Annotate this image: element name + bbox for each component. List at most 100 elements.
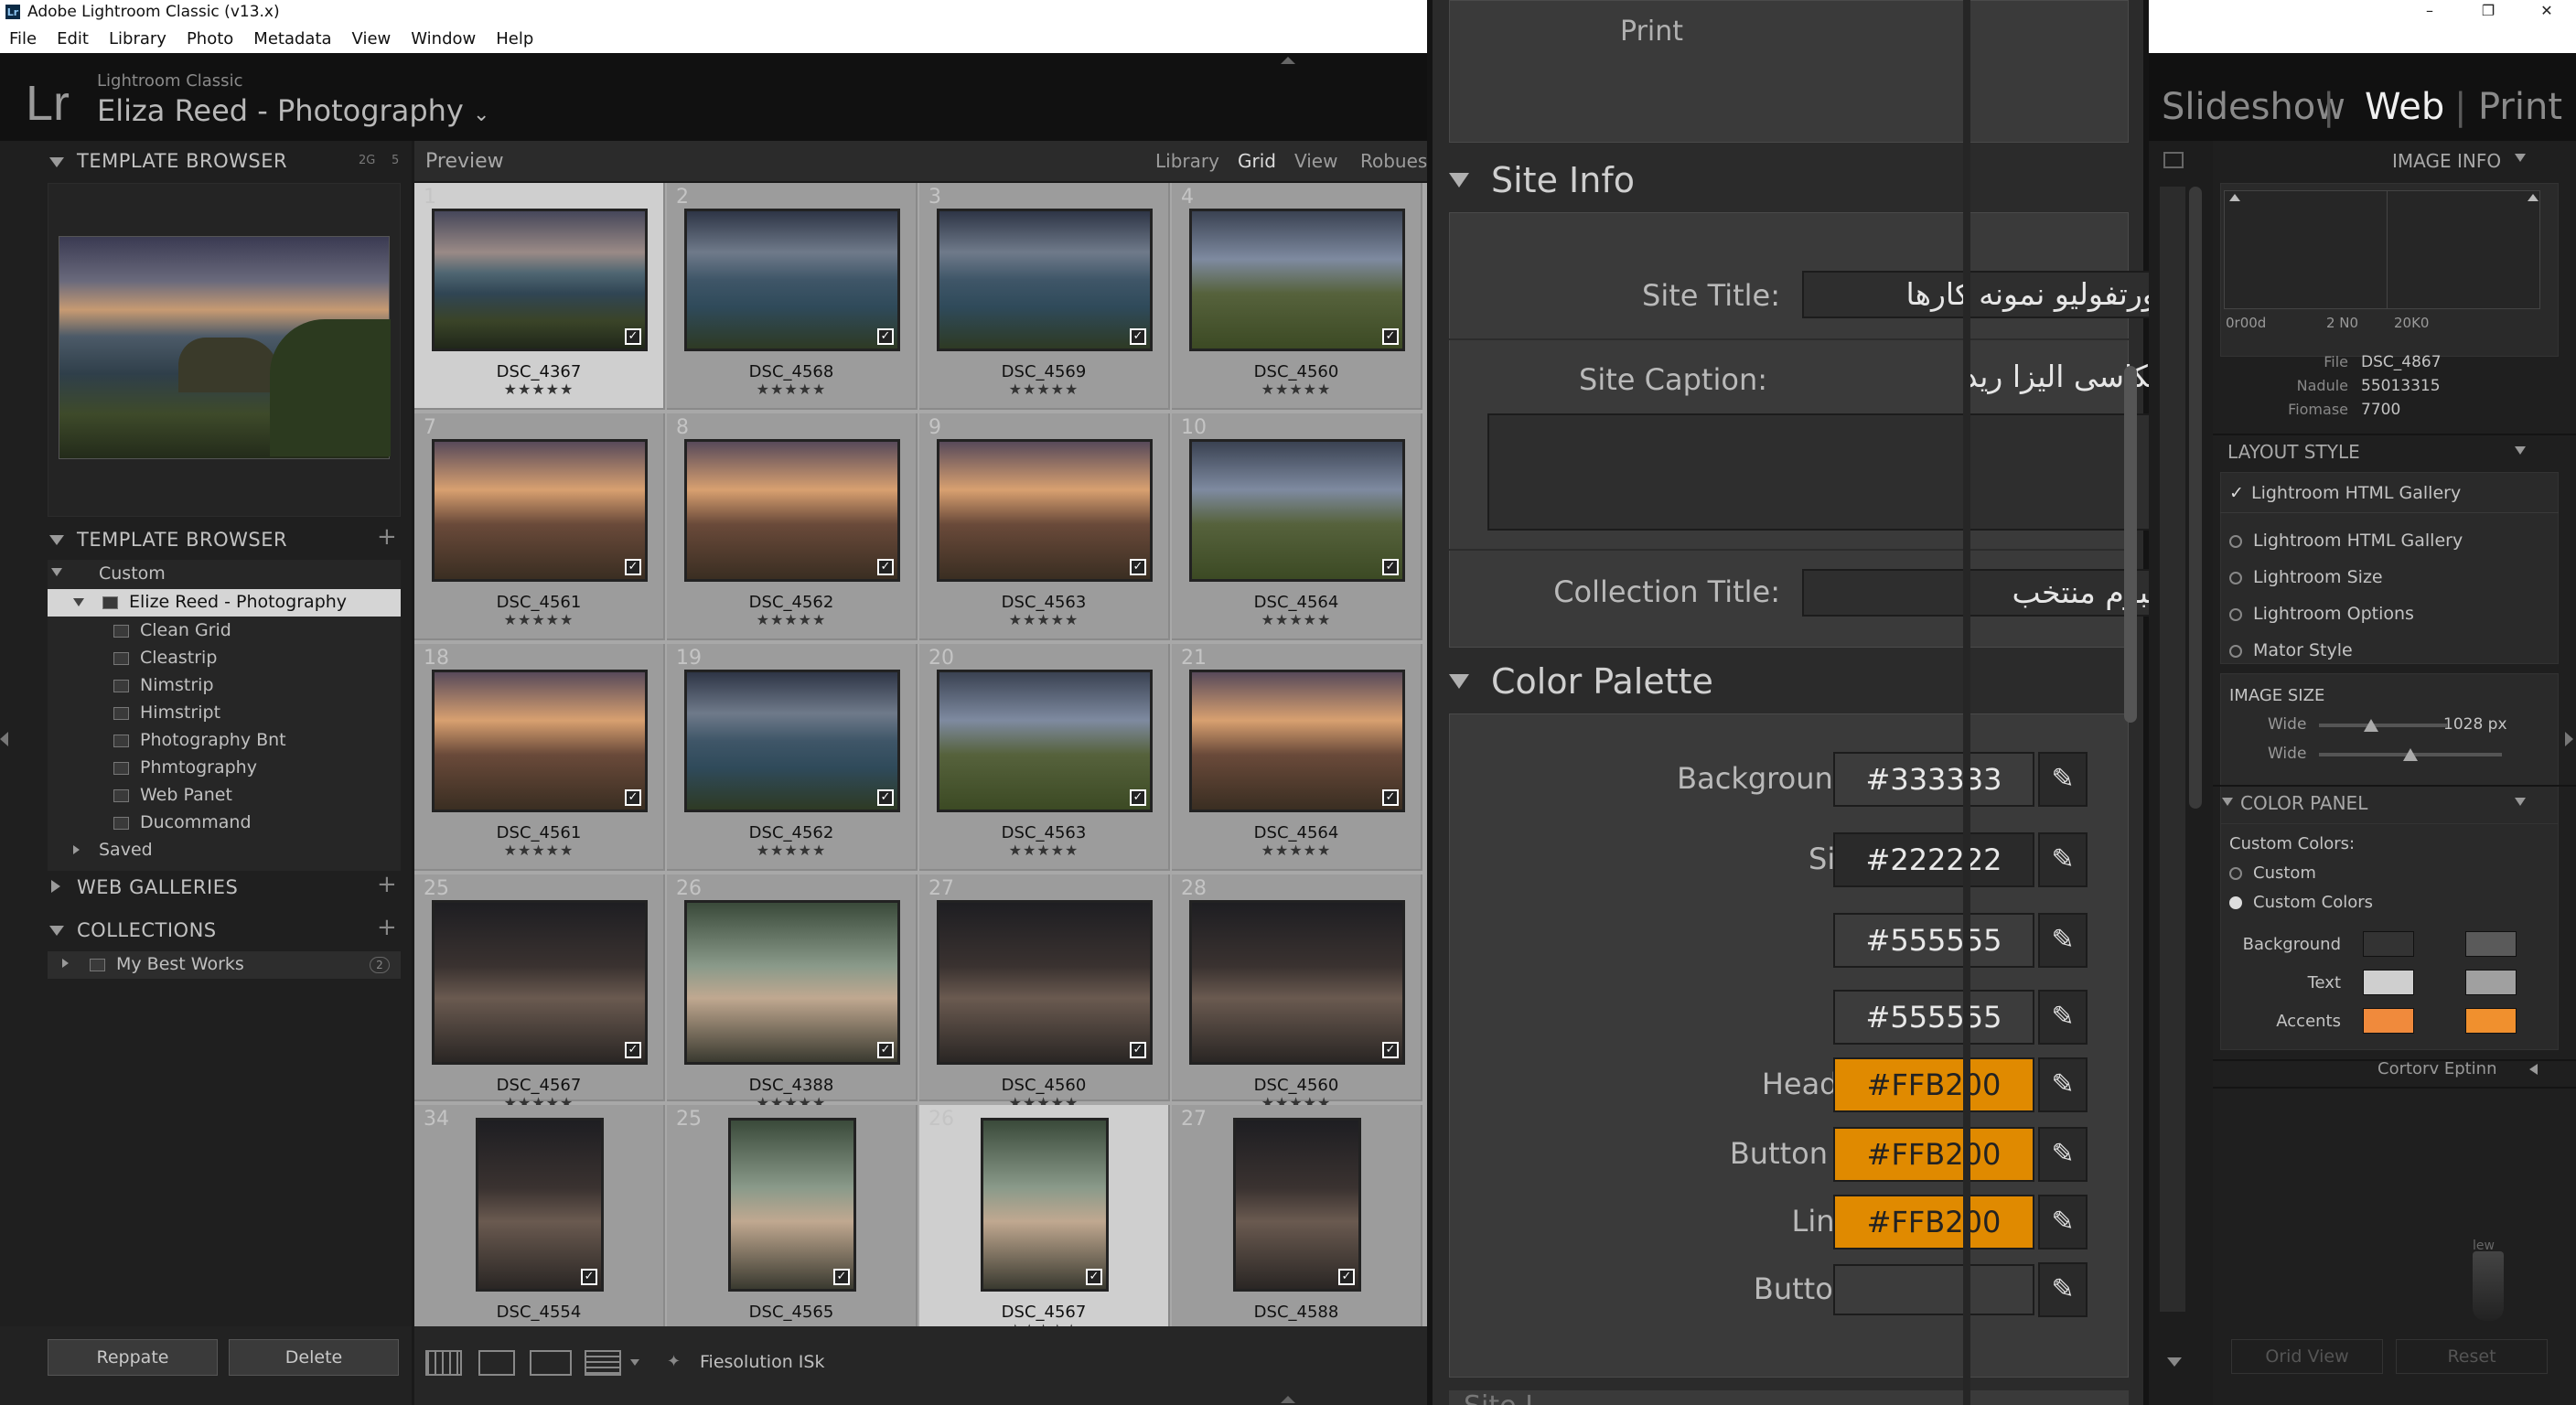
gutter-scrollbar[interactable] <box>2189 187 2202 809</box>
photo-thumbnail[interactable]: ✓ <box>937 439 1153 582</box>
compare-view-icon[interactable] <box>530 1350 572 1376</box>
grid-cell[interactable]: 26 ✓ DSC_4388 ★★★★★ <box>667 874 918 1111</box>
grid-cell[interactable]: 8 ✓ DSC_4562 ★★★★★ <box>667 413 918 640</box>
flag-badge-icon[interactable]: ✓ <box>833 1269 850 1285</box>
layout-option[interactable]: Lightroom HTML Gallery <box>2229 531 2463 551</box>
color-hex-field[interactable]: #FFB200 <box>1833 1057 2034 1112</box>
color-hex-field[interactable]: #555555 <box>1833 990 2034 1045</box>
eyedropper-icon[interactable]: ✎ <box>2038 913 2088 968</box>
cell-rating-stars[interactable]: ★★★★★ <box>1172 842 1421 859</box>
menu-view[interactable]: View <box>352 29 392 48</box>
highlight-clip-icon[interactable] <box>2528 194 2538 201</box>
grid-cell[interactable]: 19 ✓ DSC_4562 ★★★★★ <box>667 644 918 871</box>
maximize-button[interactable]: ❐ <box>2459 0 2517 24</box>
layout-check-row[interactable]: ✓ Lightroom HTML Gallery <box>2229 483 2461 503</box>
collections-header[interactable]: COLLECTIONS <box>77 914 217 947</box>
color-panel-header[interactable]: COLOR PANEL <box>2240 792 2367 814</box>
chevron-down-icon[interactable] <box>630 1359 639 1366</box>
flag-badge-icon[interactable]: ✓ <box>625 1042 641 1058</box>
folder-collapsed-icon[interactable] <box>73 845 80 854</box>
grid-tab-grid[interactable]: Grid <box>1238 150 1276 172</box>
tree-item[interactable]: Photography Bnt <box>113 730 286 750</box>
expand-triangle-icon[interactable] <box>2529 1064 2538 1075</box>
layout-style-header[interactable]: LAYOUT STYLE <box>2227 441 2360 463</box>
color-hex-field[interactable]: #333333 <box>1833 752 2034 807</box>
menu-photo[interactable]: Photo <box>187 29 233 48</box>
color-hex-field[interactable]: #FFB200 <box>1833 1127 2034 1182</box>
cell-rating-stars[interactable]: ★★★★★ <box>919 842 1168 859</box>
flag-badge-icon[interactable]: ✓ <box>1130 1042 1146 1058</box>
grid-cell[interactable]: 21 ✓ DSC_4564 ★★★★★ <box>1172 644 1422 871</box>
grid-view-button[interactable]: Orid View <box>2231 1339 2383 1374</box>
site-caption-textarea[interactable] <box>1487 413 2181 531</box>
eyedropper-icon[interactable]: ✎ <box>2038 832 2088 887</box>
folder-expand-icon[interactable] <box>73 598 84 606</box>
cell-rating-stars[interactable]: ★★★★★ <box>414 381 663 398</box>
collapse-triangle-icon[interactable] <box>2222 798 2233 806</box>
grid-cell[interactable]: 4 ✓ DSC_4560 ★★★★★ <box>1172 183 1422 410</box>
color-hex-field[interactable]: #FFB200 <box>1833 1195 2034 1249</box>
collapse-top-icon[interactable] <box>1281 57 1295 64</box>
tree-item[interactable]: Clean Grid <box>113 620 231 640</box>
grid-cell[interactable]: 18 ✓ DSC_4561 ★★★★★ <box>414 644 665 871</box>
tree-item[interactable]: Cleastrip <box>113 648 217 668</box>
cell-rating-stars[interactable]: ★★★★★ <box>919 381 1168 398</box>
photo-thumbnail[interactable]: ✓ <box>937 670 1153 812</box>
photo-thumbnail[interactable]: ✓ <box>476 1118 604 1292</box>
photo-thumbnail[interactable]: ✓ <box>684 900 900 1065</box>
grid-cell[interactable]: 2 ✓ DSC_4568 ★★★★★ <box>667 183 918 410</box>
flag-badge-icon[interactable]: ✓ <box>1338 1269 1355 1285</box>
tree-folder-custom[interactable]: Custom <box>99 563 166 584</box>
menu-help[interactable]: Help <box>496 29 533 48</box>
workspace-name[interactable]: Eliza Reed - Photography ⌄ <box>97 93 489 128</box>
collection-item[interactable]: My Best Works <box>90 954 244 974</box>
collapse-triangle-icon[interactable] <box>49 535 64 545</box>
cell-rating-stars[interactable]: ★★★★★ <box>1172 611 1421 628</box>
loupe-view-icon[interactable] <box>478 1350 515 1376</box>
photo-thumbnail[interactable]: ✓ <box>1189 670 1405 812</box>
collapse-left-icon[interactable] <box>0 732 8 746</box>
flag-badge-icon[interactable]: ✓ <box>1130 789 1146 806</box>
collapse-right-icon[interactable] <box>2565 732 2573 746</box>
color-hex-field[interactable]: #555555 <box>1833 913 2034 968</box>
grid-cell[interactable]: 20 ✓ DSC_4563 ★★★★★ <box>919 644 1170 871</box>
eyedropper-icon[interactable]: ✎ <box>2038 1262 2088 1317</box>
flag-badge-icon[interactable]: ✓ <box>877 559 894 575</box>
shadow-clip-icon[interactable] <box>2229 194 2240 201</box>
collapse-triangle-icon[interactable] <box>2515 798 2526 806</box>
custom-options-label[interactable]: Cortorv Eptinn <box>2377 1059 2497 1078</box>
minimize-button[interactable]: – <box>2400 0 2459 24</box>
photo-thumbnail[interactable]: ✓ <box>684 670 900 812</box>
menu-window[interactable]: Window <box>411 29 476 48</box>
grid-cell[interactable]: 34 ✓ DSC_4554 <box>414 1105 665 1332</box>
grid-tab-library[interactable]: Library <box>1155 150 1219 172</box>
photo-thumbnail[interactable]: ✓ <box>1189 209 1405 351</box>
grid-cell[interactable]: 9 ✓ DSC_4563 ★★★★★ <box>919 413 1170 640</box>
flag-badge-icon[interactable]: ✓ <box>877 1042 894 1058</box>
photo-thumbnail[interactable]: ✓ <box>1233 1118 1361 1292</box>
template-browser-header[interactable]: TEMPLATE BROWSER <box>77 145 287 177</box>
eyedropper-icon[interactable]: ✎ <box>2038 1127 2088 1182</box>
flag-badge-icon[interactable]: ✓ <box>625 328 641 345</box>
cell-rating-stars[interactable]: ★★★★★ <box>667 381 916 398</box>
flag-badge-icon[interactable]: ✓ <box>1130 559 1146 575</box>
radio-custom-colors[interactable]: Custom Colors <box>2229 893 2373 912</box>
add-template-button[interactable]: + <box>377 523 397 551</box>
cell-rating-stars[interactable]: ★★★★★ <box>414 611 663 628</box>
flag-badge-icon[interactable]: ✓ <box>1382 789 1399 806</box>
collapse-triangle-icon[interactable] <box>2515 154 2526 162</box>
cell-rating-stars[interactable]: ★★★★★ <box>1172 381 1421 398</box>
collapse-triangle-icon[interactable] <box>2515 446 2526 455</box>
photo-thumbnail[interactable]: ✓ <box>937 900 1153 1065</box>
color-hex-field[interactable]: #222222 <box>1833 832 2034 887</box>
photo-thumbnail[interactable]: ✓ <box>1189 439 1405 582</box>
flag-badge-icon[interactable]: ✓ <box>1382 559 1399 575</box>
template-browser-header-2[interactable]: TEMPLATE BROWSER <box>77 523 287 556</box>
reppate-button[interactable]: Reppate <box>48 1339 218 1376</box>
color-palette-header[interactable]: Color Palette <box>1449 659 1713 704</box>
photo-thumbnail[interactable]: ✓ <box>981 1118 1109 1292</box>
color-swatch[interactable] <box>2465 1008 2517 1034</box>
add-collection-button[interactable]: + <box>377 914 397 941</box>
grid-cell[interactable]: 7 ✓ DSC_4561 ★★★★★ <box>414 413 665 640</box>
flag-badge-icon[interactable]: ✓ <box>1130 328 1146 345</box>
